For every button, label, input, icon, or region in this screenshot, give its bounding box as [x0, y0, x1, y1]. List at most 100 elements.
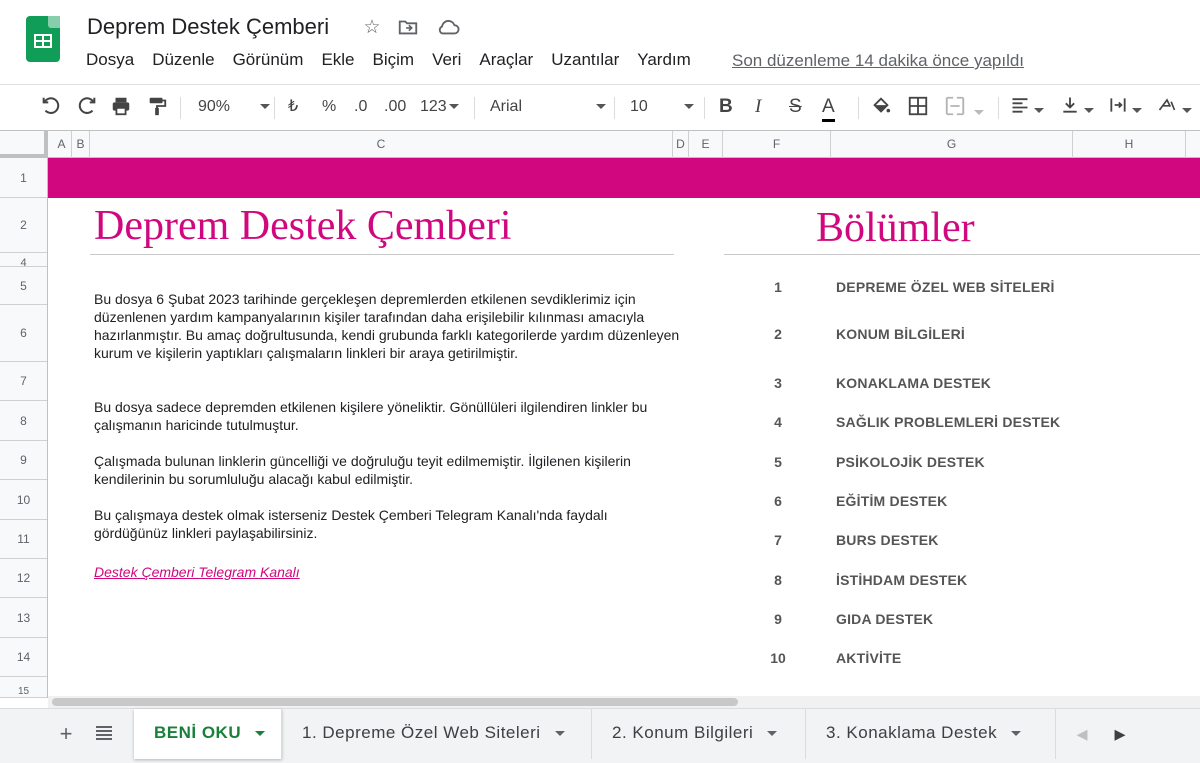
- scroll-tabs-left-icon[interactable]: ◂: [1068, 721, 1096, 749]
- menu-extensions[interactable]: Uzantılar: [551, 50, 619, 70]
- zoom-select[interactable]: 90%: [198, 95, 271, 119]
- row-header[interactable]: 2: [0, 198, 47, 253]
- menu-format[interactable]: Biçim: [373, 50, 415, 70]
- sheet-tab-label: 2. Konum Bilgileri: [612, 723, 754, 742]
- italic-button[interactable]: I: [755, 95, 761, 119]
- vertical-align-icon[interactable]: [1060, 95, 1095, 119]
- row-header[interactable]: 1: [0, 158, 47, 198]
- section-link-health[interactable]: SAĞLIK PROBLEMLERİ DESTEK: [836, 414, 1060, 430]
- section-link-web-sites[interactable]: DEPREME ÖZEL WEB SİTELERİ: [836, 279, 1055, 295]
- menu-file[interactable]: Dosya: [86, 50, 134, 70]
- column-header-a[interactable]: A: [52, 131, 72, 158]
- section-link-psychological[interactable]: PSİKOLOJİK DESTEK: [836, 454, 985, 470]
- header-color-band: [48, 158, 1200, 198]
- section-link-accommodation[interactable]: KONAKLAMA DESTEK: [836, 375, 991, 391]
- section-link-food[interactable]: GIDA DESTEK: [836, 611, 933, 627]
- document-title[interactable]: Deprem Destek Çemberi: [87, 14, 329, 40]
- text-wrap-icon[interactable]: [1108, 95, 1143, 119]
- menu-edit[interactable]: Düzenle: [152, 50, 214, 70]
- font-size-select[interactable]: 10: [630, 95, 695, 119]
- column-header-d[interactable]: D: [673, 131, 689, 158]
- text-rotation-icon[interactable]: [1156, 95, 1193, 119]
- cloud-status-icon[interactable]: [436, 16, 460, 40]
- font-value: Arial: [490, 98, 523, 115]
- zoom-value: 90%: [198, 98, 231, 115]
- column-header-h[interactable]: H: [1073, 131, 1186, 158]
- section-number: 9: [774, 611, 782, 627]
- merge-cells-icon[interactable]: [944, 95, 985, 119]
- sheet-tab-location[interactable]: 2. Konum Bilgileri: [592, 709, 806, 759]
- section-number: 7: [774, 532, 782, 548]
- bold-button[interactable]: B: [719, 95, 733, 119]
- row-header[interactable]: 5: [0, 267, 47, 305]
- menu-help[interactable]: Yardım: [637, 50, 691, 70]
- sheet-tab-web-sites[interactable]: 1. Depreme Özel Web Siteleri: [282, 709, 592, 759]
- section-link-scholarship[interactable]: BURS DESTEK: [836, 532, 939, 548]
- sheet-tab-beni-oku[interactable]: BENİ OKU: [134, 709, 282, 759]
- right-heading: Bölümler: [816, 205, 975, 251]
- column-header-c[interactable]: C: [90, 131, 673, 158]
- move-folder-icon[interactable]: [396, 16, 420, 40]
- sheet-tab-label: BENİ OKU: [154, 723, 242, 742]
- menu-insert[interactable]: Ekle: [321, 50, 354, 70]
- horizontal-align-icon[interactable]: [1010, 95, 1045, 119]
- column-header-f[interactable]: F: [723, 131, 831, 158]
- strikethrough-button[interactable]: S: [789, 95, 802, 119]
- borders-icon[interactable]: [907, 95, 929, 119]
- row-header[interactable]: 11: [0, 520, 47, 559]
- scrollbar-thumb[interactable]: [52, 698, 738, 706]
- row-header[interactable]: 14: [0, 638, 47, 677]
- row-header[interactable]: 10: [0, 480, 47, 520]
- horizontal-scrollbar[interactable]: [48, 696, 1200, 708]
- section-link-location[interactable]: KONUM BİLGİLERİ: [836, 326, 965, 342]
- select-all-corner[interactable]: [0, 131, 48, 158]
- section-link-education[interactable]: EĞİTİM DESTEK: [836, 493, 948, 509]
- toolbar: 90% ₺ % .0 .00 123 Arial 10 B I S A: [0, 84, 1200, 130]
- text-color-button[interactable]: A: [822, 95, 835, 122]
- paint-format-icon[interactable]: [146, 95, 168, 119]
- row-header[interactable]: 9: [0, 441, 47, 480]
- row-header[interactable]: 4: [0, 253, 47, 267]
- row-header[interactable]: 13: [0, 598, 47, 638]
- undo-icon[interactable]: [40, 95, 62, 119]
- last-edit-link[interactable]: Son düzenleme 14 dakika önce yapıldı: [732, 51, 1024, 71]
- print-icon[interactable]: [110, 95, 132, 119]
- sheet-tab-accommodation[interactable]: 3. Konaklama Destek: [806, 709, 1056, 759]
- menu-data[interactable]: Veri: [432, 50, 461, 70]
- column-header-b[interactable]: B: [72, 131, 90, 158]
- all-sheets-icon[interactable]: [90, 721, 118, 749]
- more-formats-button[interactable]: 123: [420, 95, 459, 119]
- left-heading-underline: [90, 254, 674, 255]
- telegram-channel-link[interactable]: Destek Çemberi Telegram Kanalı: [94, 564, 300, 580]
- sheets-logo-icon[interactable]: [26, 16, 60, 62]
- column-header-g[interactable]: G: [831, 131, 1073, 158]
- font-select[interactable]: Arial: [490, 95, 607, 119]
- section-link-activity[interactable]: AKTİVİTE: [836, 650, 901, 666]
- paragraph-disclaimer: Çalışmada bulunan linklerin güncelliği v…: [94, 453, 631, 487]
- row-header[interactable]: 6: [0, 305, 47, 362]
- right-heading-underline: [724, 254, 1200, 255]
- sheet-tab-bar: + BENİ OKU 1. Depreme Özel Web Siteleri …: [0, 708, 1200, 763]
- add-sheet-icon[interactable]: +: [52, 721, 80, 749]
- sheet-grid[interactable]: Deprem Destek Çemberi Bölümler Bu dosya …: [48, 158, 1200, 698]
- star-icon[interactable]: ☆: [360, 16, 384, 40]
- scroll-tabs-right-icon[interactable]: ▸: [1106, 721, 1134, 749]
- currency-button[interactable]: ₺: [288, 95, 298, 119]
- section-link-employment[interactable]: İSTİHDAM DESTEK: [836, 572, 967, 588]
- increase-decimal-button[interactable]: .00: [384, 95, 406, 119]
- fill-color-icon[interactable]: [870, 95, 892, 119]
- section-number: 8: [774, 572, 782, 588]
- menu-view[interactable]: Görünüm: [233, 50, 304, 70]
- redo-icon[interactable]: [76, 95, 98, 119]
- menu-tools[interactable]: Araçlar: [479, 50, 533, 70]
- row-header[interactable]: 7: [0, 362, 47, 401]
- section-number: 1: [774, 279, 782, 295]
- column-header-e[interactable]: E: [689, 131, 723, 158]
- sheet-tab-label: 3. Konaklama Destek: [826, 723, 998, 742]
- row-header[interactable]: 15: [0, 677, 47, 698]
- row-header[interactable]: 12: [0, 559, 47, 598]
- percent-button[interactable]: %: [322, 95, 336, 119]
- paragraph-intro: Bu dosya 6 Şubat 2023 tarihinde gerçekle…: [94, 291, 680, 361]
- row-header[interactable]: 8: [0, 401, 47, 441]
- decrease-decimal-button[interactable]: .0: [354, 95, 367, 119]
